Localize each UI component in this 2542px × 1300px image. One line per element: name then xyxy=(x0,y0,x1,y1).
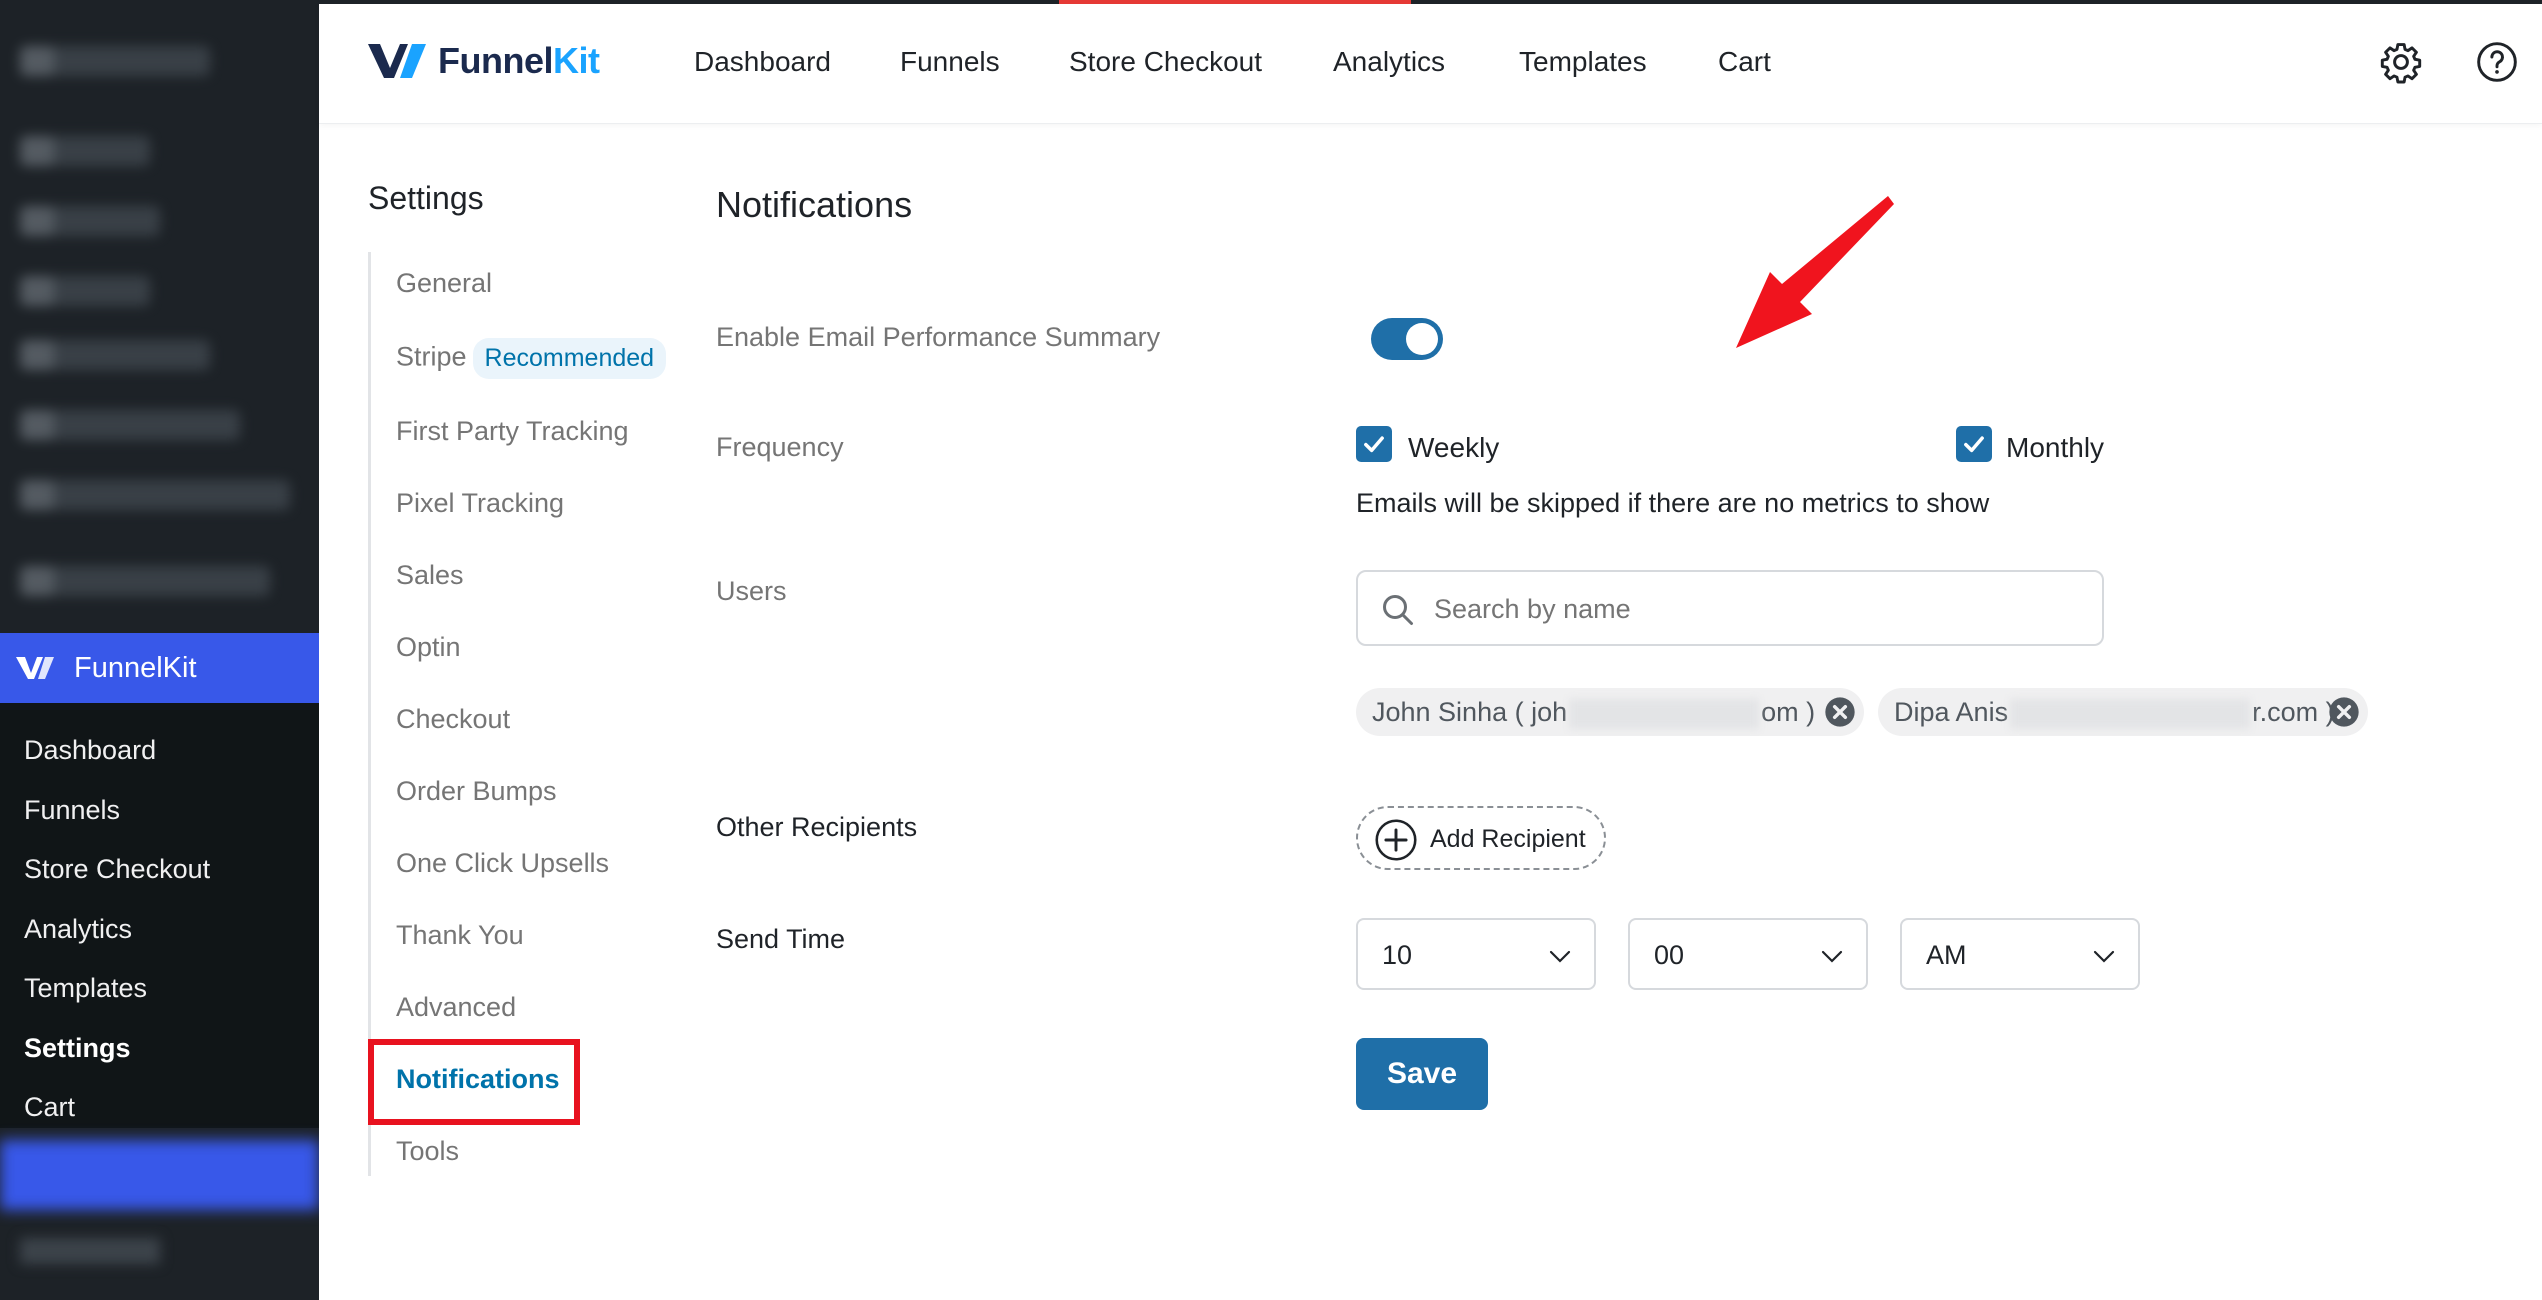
settings-nav-rail xyxy=(368,252,371,1176)
nav-funnels[interactable]: Funnels xyxy=(900,46,1000,78)
annotation-arrow-icon xyxy=(1736,196,1894,348)
redacted-email xyxy=(2010,698,2251,729)
settings-item-thank-you[interactable]: Thank You xyxy=(396,920,524,951)
user-chip: Dipa Anis r.com ) xyxy=(1878,688,2368,736)
settings-item-checkout[interactable]: Checkout xyxy=(396,704,510,735)
funnelkit-logo-icon xyxy=(16,657,54,679)
checkmark-icon xyxy=(1964,436,1984,453)
sidebar-subitem-settings[interactable]: Settings xyxy=(0,1019,319,1079)
wp-admin-sidebar: FunnelKit Dashboard Funnels Store Checko… xyxy=(0,0,319,1300)
blurred-menu-item xyxy=(20,46,210,76)
other-recipients-label: Other Recipients xyxy=(716,812,918,842)
nav-cart[interactable]: Cart xyxy=(1718,46,1771,78)
frequency-hint: Emails will be skipped if there are no m… xyxy=(1356,488,1990,518)
nav-store-checkout[interactable]: Store Checkout xyxy=(1069,46,1262,78)
send-time-label: Send Time xyxy=(716,924,846,954)
users-label: Users xyxy=(716,576,787,606)
active-tab-indicator xyxy=(1059,0,1411,4)
sidebar-subitem-cart[interactable]: Cart xyxy=(0,1078,319,1138)
monthly-label: Monthly xyxy=(2006,432,2105,463)
help-icon[interactable] xyxy=(2475,40,2519,84)
chevron-down-icon xyxy=(1549,950,1571,963)
monthly-checkbox[interactable] xyxy=(1956,426,1992,462)
settings-item-pixel-tracking[interactable]: Pixel Tracking xyxy=(396,488,564,519)
toggle-knob xyxy=(1406,323,1438,355)
user-chip: John Sinha ( joh om ) xyxy=(1356,688,1864,736)
chevron-down-icon xyxy=(1821,950,1843,963)
page-title: Notifications xyxy=(716,184,913,225)
checkmark-icon xyxy=(1364,436,1384,453)
user-search-field[interactable] xyxy=(1356,570,2104,646)
search-icon xyxy=(1383,595,1413,625)
blurred-menu-item xyxy=(0,1140,319,1210)
sidebar-subitem-templates[interactable]: Templates xyxy=(0,959,319,1019)
admin-bar-edge xyxy=(319,0,2542,4)
settings-item-general[interactable]: General xyxy=(396,268,492,299)
brand-name: FunnelKit xyxy=(438,40,600,81)
blurred-menu-item xyxy=(20,566,270,596)
nav-templates[interactable]: Templates xyxy=(1519,46,1647,78)
blurred-menu-item xyxy=(20,480,290,510)
sidebar-item-label: FunnelKit xyxy=(74,651,197,684)
blurred-menu-item xyxy=(20,206,160,236)
send-time-period-select[interactable]: AM xyxy=(1900,918,2140,990)
search-input[interactable] xyxy=(1434,586,2084,632)
funnelkit-logo-icon xyxy=(368,44,426,78)
recommended-badge: Recommended xyxy=(472,338,667,379)
send-time-hour-select[interactable]: 10 xyxy=(1356,918,1596,990)
weekly-checkbox[interactable] xyxy=(1356,426,1392,462)
nav-dashboard[interactable]: Dashboard xyxy=(694,46,831,78)
blurred-menu-item xyxy=(20,136,150,166)
weekly-label: Weekly xyxy=(1408,432,1500,463)
brand-logo[interactable]: FunnelKit xyxy=(368,40,600,82)
chevron-down-icon xyxy=(2093,950,2115,963)
funnelkit-submenu: Dashboard Funnels Store Checkout Analyti… xyxy=(0,703,319,1128)
sidebar-subitem-store-checkout[interactable]: Store Checkout xyxy=(0,840,319,900)
sidebar-subitem-dashboard[interactable]: Dashboard xyxy=(0,721,319,781)
settings-item-sales[interactable]: Sales xyxy=(396,560,464,591)
frequency-label: Frequency xyxy=(716,432,844,462)
settings-item-stripe[interactable]: Stripe Recommended xyxy=(396,338,667,379)
sidebar-item-funnelkit[interactable]: FunnelKit xyxy=(0,633,319,703)
enable-summary-toggle[interactable] xyxy=(1371,318,1443,360)
blurred-menu-item xyxy=(20,410,240,440)
settings-item-one-click-upsells[interactable]: One Click Upsells xyxy=(396,848,609,879)
settings-item-advanced[interactable]: Advanced xyxy=(396,992,516,1023)
annotation-highlight-box xyxy=(368,1039,580,1125)
settings-item-order-bumps[interactable]: Order Bumps xyxy=(396,776,557,807)
save-button[interactable]: Save xyxy=(1356,1038,1488,1110)
plus-circle-icon xyxy=(1375,819,1417,861)
enable-summary-label: Enable Email Performance Summary xyxy=(716,322,1161,352)
gear-icon[interactable] xyxy=(2379,40,2423,84)
blurred-menu-item xyxy=(20,340,210,370)
settings-item-tools[interactable]: Tools xyxy=(396,1136,459,1167)
sidebar-subitem-analytics[interactable]: Analytics xyxy=(0,900,319,960)
blurred-menu-item xyxy=(20,1238,160,1264)
nav-analytics[interactable]: Analytics xyxy=(1333,46,1445,78)
settings-item-first-party-tracking[interactable]: First Party Tracking xyxy=(396,416,629,447)
redacted-email xyxy=(1569,698,1760,729)
remove-chip-icon[interactable] xyxy=(1824,696,1856,728)
remove-chip-icon[interactable] xyxy=(2328,696,2360,728)
settings-nav-title: Settings xyxy=(368,180,484,216)
plugin-header: FunnelKit Dashboard Funnels Store Checko… xyxy=(319,0,2542,124)
add-recipient-button[interactable]: Add Recipient xyxy=(1356,806,1606,870)
blurred-menu-item xyxy=(20,276,150,306)
settings-item-optin[interactable]: Optin xyxy=(396,632,461,663)
send-time-minute-select[interactable]: 00 xyxy=(1628,918,1868,990)
sidebar-subitem-funnels[interactable]: Funnels xyxy=(0,781,319,841)
